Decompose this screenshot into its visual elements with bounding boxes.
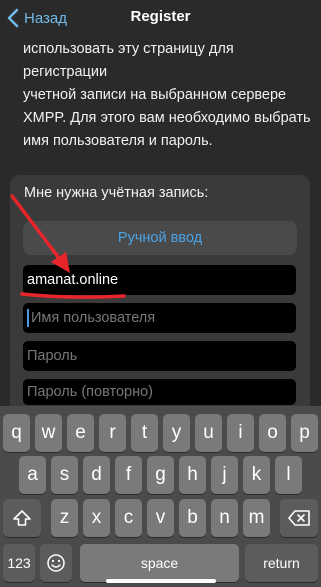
password-field[interactable]: Пароль [23, 341, 296, 371]
key-r[interactable]: r [99, 414, 126, 452]
username-placeholder: Имя пользователя [31, 310, 156, 326]
shift-key[interactable] [3, 499, 41, 537]
password-placeholder: Пароль [27, 348, 78, 364]
text-cursor [27, 309, 29, 327]
key-t[interactable]: t [131, 414, 158, 452]
username-field[interactable]: Имя пользователя [23, 303, 296, 333]
backspace-key[interactable] [280, 499, 318, 537]
space-key[interactable]: space [80, 544, 239, 582]
server-value: amanat.online [27, 272, 119, 288]
server-field[interactable]: amanat.online [23, 265, 296, 295]
key-o[interactable]: o [259, 414, 286, 452]
nav-bar: Назад Register [0, 0, 321, 36]
description-line: XMPP. Для этого вам необходимо выбрать [23, 110, 311, 126]
emoji-icon [47, 554, 65, 572]
key-c[interactable]: c [115, 499, 142, 537]
key-f[interactable]: f [115, 456, 142, 494]
key-q[interactable]: q [3, 414, 30, 452]
home-indicator [106, 579, 216, 583]
numbers-key[interactable]: 123 [3, 544, 35, 582]
key-j[interactable]: j [211, 456, 238, 494]
description-line: имя пользователя и пароль. [23, 133, 213, 149]
key-y[interactable]: y [163, 414, 190, 452]
key-s[interactable]: s [51, 456, 78, 494]
return-key[interactable]: return [245, 544, 318, 582]
keyboard: q w e r t y u i o p a s d f g h j k l z … [0, 406, 321, 587]
password-repeat-placeholder: Пароль (повторно) [27, 384, 153, 400]
key-x[interactable]: x [83, 499, 110, 537]
key-m[interactable]: m [243, 499, 270, 537]
password-repeat-field[interactable]: Пароль (повторно) [23, 379, 296, 405]
key-z[interactable]: z [51, 499, 78, 537]
key-g[interactable]: g [147, 456, 174, 494]
emoji-key[interactable] [40, 544, 72, 582]
manual-entry-button[interactable]: Ручной ввод [23, 221, 297, 255]
key-i[interactable]: i [227, 414, 254, 452]
backspace-icon [288, 510, 310, 526]
registration-card: Мне нужна учётная запись: Ручной ввод am… [10, 175, 310, 415]
key-d[interactable]: d [83, 456, 110, 494]
key-k[interactable]: k [243, 456, 270, 494]
key-n[interactable]: n [211, 499, 238, 537]
description-text: использовать эту страницу для регистраци… [23, 38, 313, 153]
description-line: использовать эту страницу для регистраци… [23, 41, 234, 80]
section-label: Мне нужна учётная запись: [24, 185, 209, 201]
key-h[interactable]: h [179, 456, 206, 494]
key-p[interactable]: p [291, 414, 318, 452]
key-u[interactable]: u [195, 414, 222, 452]
key-l[interactable]: l [275, 456, 302, 494]
key-b[interactable]: b [179, 499, 206, 537]
description-line: учетной записи на выбранном сервере [23, 87, 287, 103]
page-title: Register [130, 8, 191, 25]
shift-icon [13, 510, 31, 526]
key-w[interactable]: w [35, 414, 62, 452]
key-a[interactable]: a [19, 456, 46, 494]
key-v[interactable]: v [147, 499, 174, 537]
key-e[interactable]: e [67, 414, 94, 452]
